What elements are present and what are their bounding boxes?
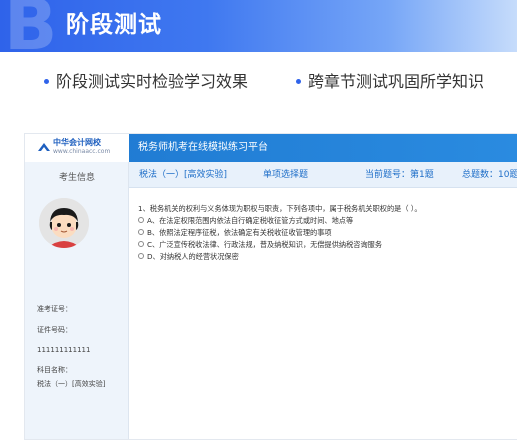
answer-option-d[interactable]: D、对纳税人的经营状况保密 — [138, 252, 239, 262]
current-question-number: 当前题号：第1题 — [365, 170, 434, 180]
feature-item: 跨章节测试巩固所学知识 — [296, 70, 484, 94]
exam-app-window: 中华会计网校 www.chinaacc.com 税务师机考在线模拟练习平台 考生… — [24, 133, 517, 440]
answer-option-c[interactable]: C、广泛宣传税收法律、行政法规，普及纳税知识，无偿提供纳税咨询服务 — [138, 240, 382, 250]
feature-list: 阶段测试实时检验学习效果 跨章节测试巩固所学知识 — [0, 64, 517, 100]
radio-icon[interactable] — [138, 253, 144, 259]
app-header: 中华会计网校 www.chinaacc.com 税务师机考在线模拟练习平台 — [25, 134, 517, 162]
question-stem: 1、税务机关的权利与义务体现为职权与职责，下列各项中，属于税务机关职权的是（ ）… — [138, 204, 422, 213]
radio-icon[interactable] — [138, 229, 144, 235]
option-text: C、广泛宣传税收法律、行政法规，普及纳税知识，无偿提供纳税咨询服务 — [147, 240, 383, 249]
subject-label: 科目名称： — [37, 366, 72, 374]
question-panel: 1、税务机关的权利与义务体现为职权与职责，下列各项中，属于税务机关职权的是（ ）… — [129, 188, 517, 439]
logo-domain: www.chinaacc.com — [53, 148, 111, 155]
answer-option-b[interactable]: B、依照法定程序征税，依法确定有关税收征收管理的事项 — [138, 228, 332, 238]
feature-text: 跨章节测试巩固所学知识 — [308, 72, 485, 91]
section-banner: B 阶段测试 — [0, 0, 517, 52]
option-text: A、在法定权限范围内依法自行确定税收征管方式或时间、地点等 — [147, 216, 354, 225]
question-type: 单项选择题 — [263, 170, 309, 180]
bullet-dot-icon — [296, 78, 301, 84]
section-title: 阶段测试 — [66, 12, 162, 38]
section-letter: B — [4, 0, 58, 52]
subject-value: 税法（一）[高效实验] — [37, 380, 106, 388]
candidate-info-heading: 考生信息 — [58, 173, 95, 183]
logo-name: 中华会计网校 — [53, 138, 101, 147]
radio-icon[interactable] — [138, 241, 144, 247]
logo-icon — [38, 143, 50, 151]
total-question-count: 总题数：10题 — [462, 170, 517, 180]
answer-option-a[interactable]: A、在法定权限范围内依法自行确定税收征管方式或时间、地点等 — [138, 216, 353, 226]
subject-tab: 税法（一）[高效实验] — [139, 170, 228, 180]
exam-subheader: 税法（一）[高效实验] 单项选择题 当前题号：第1题 总题数：10题 — [129, 162, 517, 188]
option-text: D、对纳税人的经营状况保密 — [147, 252, 239, 261]
feature-text: 阶段测试实时检验学习效果 — [56, 72, 249, 91]
bullet-dot-icon — [44, 78, 49, 84]
candidate-sidebar: 考生信息 准考证号： 证件号码： 111111111111 科目名称： 税法（一… — [25, 162, 129, 439]
option-text: B、依照法定程序征税，依法确定有关税收征收管理的事项 — [147, 228, 332, 237]
feature-item: 阶段测试实时检验学习效果 — [44, 70, 248, 94]
radio-icon[interactable] — [138, 217, 144, 223]
avatar — [39, 198, 89, 248]
exam-number-label: 准考证号： — [37, 305, 72, 313]
avatar-cartoon-icon — [39, 198, 89, 248]
app-title: 税务师机考在线模拟练习平台 — [138, 142, 268, 153]
id-number-value: 111111111111 — [37, 346, 91, 354]
logo: 中华会计网校 www.chinaacc.com — [25, 134, 129, 162]
id-number-label: 证件号码： — [37, 326, 72, 334]
